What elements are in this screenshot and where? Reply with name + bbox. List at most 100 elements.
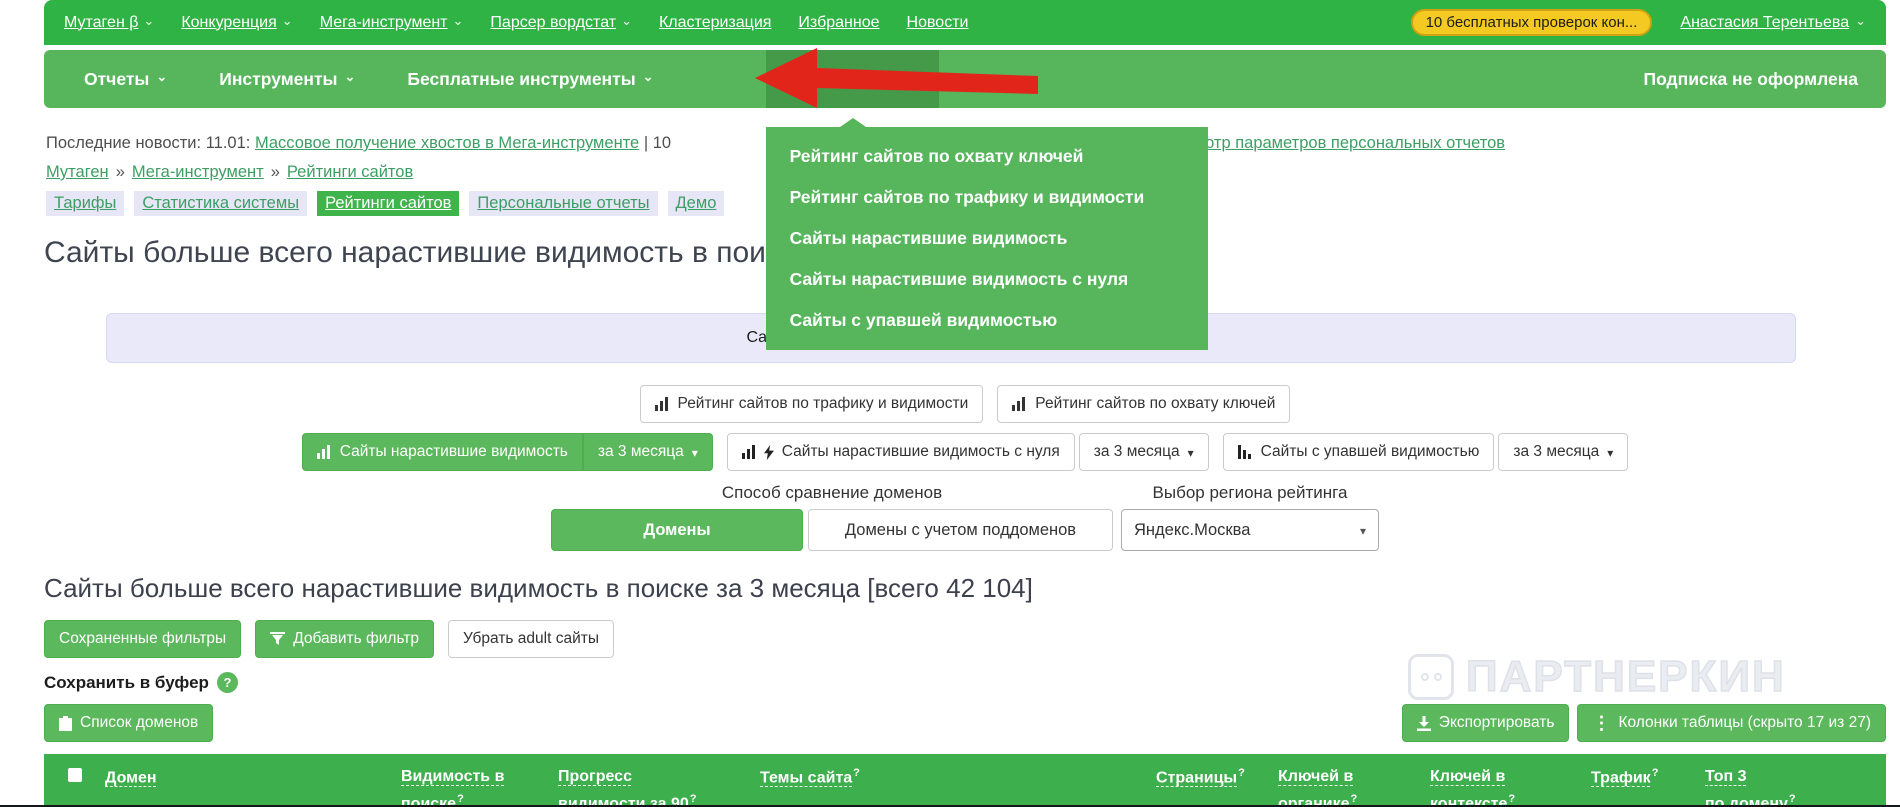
- promo-badge[interactable]: 10 бесплатных проверок кон...: [1410, 9, 1653, 36]
- select-all-checkbox[interactable]: [68, 768, 82, 782]
- menu-item-sites-fallen-visibility[interactable]: Сайты с упавшей видимостью: [766, 300, 1208, 341]
- topbar-link-mega-tool[interactable]: Мега-инструмент ⌄: [320, 12, 464, 32]
- table-actions-right: Экспортировать ⋮ Колонки таблицы (скрыто…: [1401, 704, 1886, 742]
- bar-chart-icon: [1012, 397, 1027, 411]
- breadcrumb-separator: »: [115, 163, 125, 181]
- bar-chart-icon: [741, 445, 756, 459]
- compare-method-label: Способ сравнение доменов: [721, 483, 943, 502]
- column-header-site-topics[interactable]: Темы сайта?: [760, 764, 860, 792]
- tag-site-ratings-active[interactable]: Рейтинги сайтов: [317, 191, 460, 216]
- compare-method-buttons: Домены Домены с учетом поддоменов: [551, 509, 1113, 551]
- column-header-context-keys[interactable]: Ключей в контексте?: [1430, 764, 1515, 805]
- help-icon[interactable]: ?: [216, 672, 238, 693]
- topbar-link-competition[interactable]: Конкуренция ⌄: [181, 12, 293, 32]
- lightning-icon: [763, 444, 774, 460]
- column-header-top3-domain[interactable]: Топ 3 по домену?: [1705, 764, 1796, 805]
- chevron-down-icon: ⌄: [1855, 12, 1866, 28]
- fallen-visibility-button[interactable]: Сайты с упавшей видимостью: [1222, 433, 1495, 471]
- subscription-status: Подписка не оформлена: [1643, 68, 1858, 89]
- tag-system-stats[interactable]: Статистика системы: [134, 191, 308, 216]
- region-select-value: Яндекс.Москва: [1134, 520, 1251, 539]
- nav-item-tools[interactable]: Инструменты ⌄: [193, 50, 381, 108]
- column-header-traffic[interactable]: Трафик?: [1591, 764, 1658, 792]
- menu-item-sites-grown-visibility[interactable]: Сайты нарастившие видимость: [766, 218, 1208, 259]
- topbar-link-favorites[interactable]: Избранное: [798, 14, 879, 32]
- ratings-dropdown-menu: Рейтинг сайтов по охвату ключей Рейтинг …: [765, 118, 1208, 350]
- caret-down-icon: ▾: [1187, 446, 1194, 460]
- grown-visibility-button[interactable]: Сайты нарастившие видимость: [301, 433, 583, 471]
- topbar-links: Мутаген β ⌄ Конкуренция ⌄ Мега-инструмент ⌄…: [64, 12, 969, 32]
- rating-period-row: Сайты нарастившие видимость за 3 месяца ▾…: [44, 433, 1886, 471]
- export-button[interactable]: Экспортировать: [1401, 704, 1570, 742]
- add-filter-button[interactable]: Добавить фильтр: [255, 620, 435, 658]
- chevron-down-icon: ⌄: [452, 12, 464, 28]
- news-link-mega-tool-tails[interactable]: Массовое получение хвостов в Мега-инстру…: [255, 134, 639, 152]
- save-buffer-label: Сохранить в буфер: [44, 672, 209, 692]
- table-actions-row: Список доменов Экспортировать ⋮ Колонки …: [44, 704, 1886, 742]
- rating-by-keys-button[interactable]: Рейтинг сайтов по охвату ключей: [997, 385, 1291, 423]
- topbar-right: 10 бесплатных проверок кон... Анастасия …: [1410, 9, 1866, 36]
- column-header-domain[interactable]: Домен: [105, 764, 158, 792]
- tag-demo[interactable]: Демо: [667, 191, 725, 216]
- rating-by-traffic-button[interactable]: Рейтинг сайтов по трафику и видимости: [639, 385, 984, 423]
- dots-vertical-icon: ⋮: [1592, 713, 1611, 733]
- domain-list-button[interactable]: Список доменов: [44, 704, 214, 742]
- region-select[interactable]: Яндекс.Москва ▾: [1121, 509, 1379, 551]
- column-header-organic-keys[interactable]: Ключей в органике?: [1278, 764, 1357, 805]
- menu-item-sites-grown-from-zero[interactable]: Сайты нарастившие видимость с нуля: [766, 259, 1208, 300]
- breadcrumb-separator: »: [270, 163, 280, 181]
- bar-chart-descending-icon: [1237, 445, 1253, 459]
- clipboard-icon: [59, 715, 72, 731]
- subdomains-button[interactable]: Домены с учетом поддоменов: [808, 509, 1113, 551]
- caret-down-icon: ▾: [691, 446, 698, 460]
- nav-item-reports[interactable]: Отчеты ⌄: [58, 50, 193, 108]
- news-date: 11.01:: [205, 134, 251, 152]
- domains-button[interactable]: Домены: [551, 509, 803, 551]
- remove-adult-button[interactable]: Убрать adult сайты: [448, 620, 614, 658]
- page: Мутаген β ⌄ Конкуренция ⌄ Мега-инструмент ⌄…: [0, 0, 1900, 807]
- grown-zero-period-dropdown[interactable]: за 3 месяца ▾: [1078, 433, 1209, 471]
- topbar-link-news[interactable]: Новости: [907, 14, 969, 32]
- results-heading: Сайты больше всего нарастившие видимость…: [44, 573, 1033, 603]
- breadcrumb-mutagen[interactable]: Мутаген: [46, 163, 109, 181]
- content-wrapper: Мутаген β ⌄ Конкуренция ⌄ Мега-инструмент ⌄…: [44, 0, 1886, 805]
- bar-chart-icon: [654, 397, 670, 411]
- breadcrumb-site-ratings[interactable]: Рейтинги сайтов: [287, 163, 413, 181]
- chevron-down-icon: ⌄: [642, 69, 654, 84]
- breadcrumb-mega-tool[interactable]: Мега-инструмент: [132, 163, 264, 181]
- menu-item-rating-by-keys-coverage[interactable]: Рейтинг сайтов по охвату ключей: [766, 136, 1208, 177]
- tag-tariffs[interactable]: Тарифы: [46, 191, 125, 216]
- user-menu[interactable]: Анастасия Терентьева ⌄: [1680, 12, 1866, 32]
- tag-personal-reports[interactable]: Персональные отчеты: [469, 191, 658, 216]
- fallen-group: Сайты с упавшей видимостью за 3 месяца ▾: [1222, 433, 1629, 471]
- save-buffer-row: Сохранить в буфер ?: [44, 672, 1886, 693]
- topbar-link-clustering[interactable]: Кластеризация: [659, 14, 771, 32]
- topbar: Мутаген β ⌄ Конкуренция ⌄ Мега-инструмент ⌄…: [44, 0, 1886, 45]
- grown-zero-group: Сайты нарастившие видимость с нуля за 3 …: [726, 433, 1209, 471]
- navbar: Отчеты ⌄ Инструменты ⌄ Бесплатные инструме…: [44, 50, 1886, 350]
- dropdown-notch: [839, 118, 866, 127]
- filter-row: Сохраненные фильтры Добавить фильтр Убра…: [44, 620, 1886, 658]
- region-label: Выбор региона рейтинга: [1152, 483, 1348, 502]
- news-prefix: Последние новости:: [46, 134, 202, 152]
- compare-section: Способ сравнение доменов Домены Домены с…: [44, 483, 1886, 551]
- chevron-down-icon: ⌄: [281, 12, 293, 28]
- funnel-icon: [270, 632, 286, 646]
- caret-down-icon: ▾: [1359, 524, 1366, 538]
- nav-item-ratings[interactable]: Рейтинги ⌄ Рейтинг сайтов по охвату ключе…: [765, 50, 1208, 350]
- region-block: Выбор региона рейтинга Яндекс.Москва ▾: [1121, 483, 1379, 551]
- saved-filters-button[interactable]: Сохраненные фильтры: [44, 620, 242, 658]
- fallen-period-dropdown[interactable]: за 3 месяца ▾: [1498, 433, 1629, 471]
- column-header-pages[interactable]: Страницы?: [1156, 764, 1245, 792]
- topbar-link-mutagen[interactable]: Мутаген β ⌄: [64, 13, 154, 32]
- table-columns-button[interactable]: ⋮ Колонки таблицы (скрыто 17 из 27): [1577, 704, 1886, 742]
- column-header-visibility[interactable]: Видимость в поиске?: [401, 764, 504, 805]
- menu-item-rating-by-traffic[interactable]: Рейтинг сайтов по трафику и видимости: [766, 177, 1208, 218]
- chevron-down-icon: ⌄: [890, 69, 902, 84]
- topbar-link-wordstat-parser[interactable]: Парсер вордстат ⌄: [490, 13, 632, 32]
- grown-period-dropdown[interactable]: за 3 месяца ▾: [582, 433, 713, 471]
- grown-zero-button[interactable]: Сайты нарастившие видимость с нуля: [726, 433, 1075, 471]
- nav-item-free-tools[interactable]: Бесплатные инструменты ⌄: [381, 50, 679, 108]
- news-link-personal-reports[interactable]: Просмотр параметров персональных отчетов: [1155, 134, 1505, 152]
- column-header-progress-90[interactable]: Прогресс видимости за 90?: [558, 764, 696, 805]
